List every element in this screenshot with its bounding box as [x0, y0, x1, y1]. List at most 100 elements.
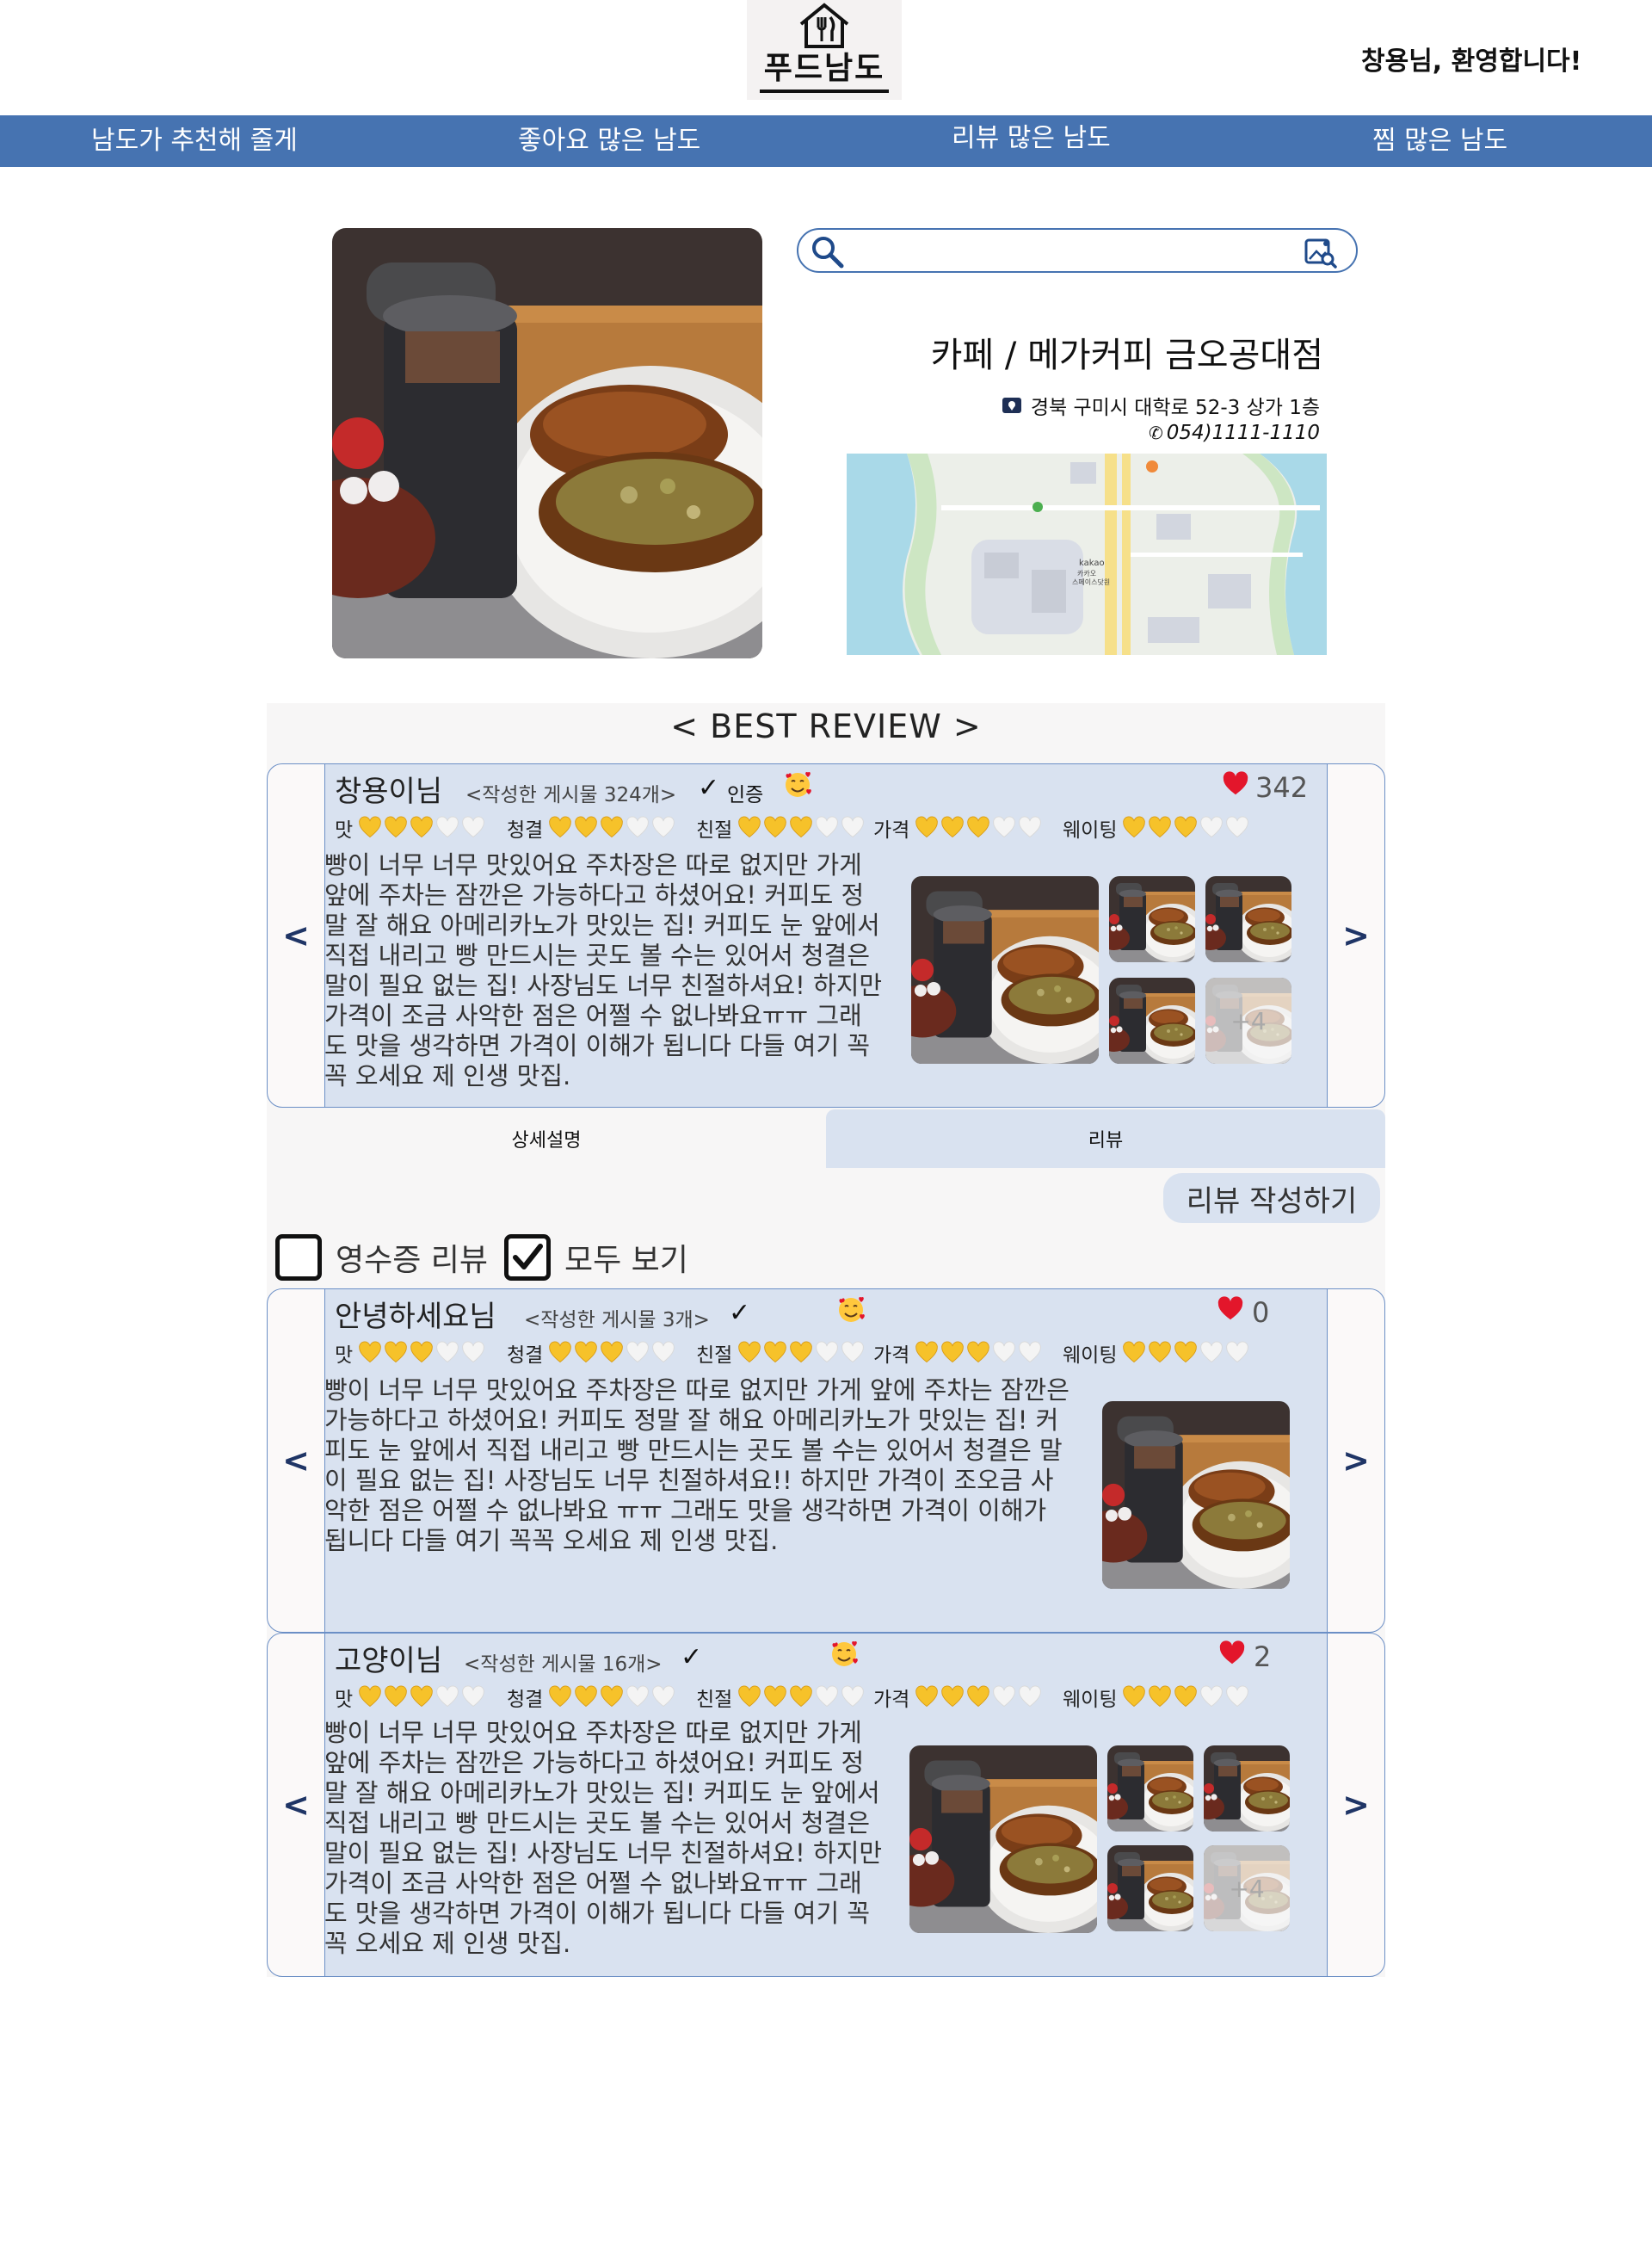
empty-heart-icon — [1225, 816, 1249, 840]
review-photo-thumb[interactable] — [1109, 876, 1195, 962]
write-review-button[interactable]: 리뷰 작성하기 — [1163, 1173, 1380, 1223]
yellow-heart-icon — [358, 1341, 382, 1365]
prev-arrow[interactable]: < — [274, 1442, 317, 1479]
yellow-heart-icon — [574, 1341, 598, 1365]
yellow-heart-icon — [1148, 1341, 1172, 1365]
empty-heart-icon — [626, 1685, 650, 1709]
nav-item-most-saved[interactable]: 찜 많은 남도 — [1372, 125, 1507, 158]
smiling-face-with-hearts-icon — [784, 771, 811, 799]
review-text: 빵이 너무 너무 맛있어요 주차장은 따로 없지만 가게 앞에 주차는 잠깐은 … — [324, 850, 883, 1090]
rating-group: 가격 — [873, 1339, 1042, 1367]
empty-heart-icon — [461, 816, 485, 840]
filter-show-all[interactable]: 모두 보기 — [504, 1234, 688, 1281]
rating-label: 웨이팅 — [1063, 1344, 1118, 1367]
empty-heart-icon — [992, 816, 1016, 840]
nav-item-recommend[interactable]: 남도가 추천해 줄게 — [91, 125, 298, 158]
review-photo-more[interactable]: +4 — [1205, 978, 1291, 1064]
review-photo-thumb[interactable] — [1107, 1845, 1193, 1931]
prev-arrow[interactable]: < — [274, 1786, 317, 1824]
yellow-heart-icon — [789, 816, 813, 840]
review-photo-thumb[interactable] — [1205, 876, 1291, 962]
rating-label: 친절 — [696, 1344, 733, 1367]
review-photo-thumb[interactable] — [1109, 978, 1195, 1064]
review-photo-more[interactable]: +4 — [1204, 1845, 1290, 1931]
next-arrow[interactable]: > — [1335, 1442, 1378, 1479]
search-icon[interactable] — [811, 235, 845, 269]
yellow-heart-icon — [1148, 1685, 1172, 1709]
red-heart-icon[interactable] — [1223, 771, 1248, 797]
image-search-icon[interactable] — [1303, 235, 1337, 269]
empty-heart-icon — [651, 1341, 675, 1365]
review-photo-main[interactable] — [911, 876, 1099, 1064]
next-arrow[interactable]: > — [1335, 1786, 1378, 1824]
yellow-heart-icon — [966, 1685, 990, 1709]
prev-arrow[interactable]: < — [274, 917, 317, 954]
nav-item-most-reviewed[interactable]: 리뷰 많은 남도 — [952, 122, 1111, 155]
review-author[interactable]: 안녕하세요님 — [335, 1293, 496, 1335]
site-logo[interactable]: 푸드남도 — [747, 0, 902, 100]
yellow-heart-icon — [966, 1341, 990, 1365]
review-author[interactable]: 창용이님 — [335, 768, 442, 810]
review-photo-thumb[interactable] — [1107, 1745, 1193, 1832]
store-phone[interactable]: ✆ 054)1111-1110 — [1149, 422, 1320, 444]
rating-label: 가격 — [873, 1689, 910, 1711]
empty-heart-icon — [841, 1341, 865, 1365]
review-post-count: <작성한 게시물 324개> — [465, 784, 677, 806]
empty-heart-icon — [1018, 816, 1042, 840]
review-photo-thumb[interactable] — [1204, 1745, 1290, 1832]
yellow-heart-icon — [410, 1685, 434, 1709]
map-kakao-label: kakao — [1079, 559, 1105, 568]
search-input[interactable] — [859, 235, 1272, 266]
yellow-heart-icon — [600, 1341, 624, 1365]
yellow-heart-icon — [915, 1341, 939, 1365]
tab-reviews[interactable]: 리뷰 — [826, 1109, 1385, 1168]
check-mark: ✓ — [729, 1298, 751, 1328]
empty-heart-icon — [651, 1685, 675, 1709]
filter-label: 모두 보기 — [564, 1243, 688, 1278]
empty-heart-icon — [651, 816, 675, 840]
check-mark: ✓ — [681, 1642, 703, 1672]
yellow-heart-icon — [737, 816, 761, 840]
yellow-heart-icon — [358, 1685, 382, 1709]
map-space-label: 스페이스닷원 — [1072, 578, 1110, 586]
next-arrow[interactable]: > — [1335, 917, 1378, 954]
store-title: 카페 / 메가커피 금오공대점 — [930, 336, 1323, 375]
review-post-count: <작성한 게시물 3개> — [524, 1309, 710, 1331]
yellow-heart-icon — [966, 816, 990, 840]
rating-label: 청결 — [507, 819, 544, 842]
yellow-heart-icon — [410, 816, 434, 840]
store-map[interactable]: kakao 카카오 스페이스닷원 — [847, 454, 1327, 655]
rating-label: 청결 — [507, 1689, 544, 1711]
red-heart-icon[interactable] — [1219, 1640, 1245, 1666]
nav-item-most-liked[interactable]: 좋아요 많은 남도 — [518, 125, 700, 158]
location-icon — [1002, 398, 1021, 413]
tab-description[interactable]: 상세설명 — [267, 1109, 826, 1168]
rating-label: 맛 — [335, 819, 354, 842]
store-main-photo[interactable] — [332, 228, 762, 658]
check-icon — [513, 1244, 543, 1269]
review-photo-main[interactable] — [1102, 1401, 1290, 1589]
yellow-heart-icon — [763, 1685, 787, 1709]
rating-group: 웨이팅 — [1063, 1339, 1249, 1367]
best-review-card: < > 창용이님 <작성한 게시물 324개> ✓ 인증 342 맛 청결 친절 가격… — [267, 763, 1385, 1108]
yellow-heart-icon — [384, 1685, 408, 1709]
search-bar — [797, 228, 1358, 273]
red-heart-icon[interactable] — [1217, 1296, 1243, 1322]
rating-group: 친절 — [696, 1339, 865, 1367]
show-all-checkbox[interactable] — [504, 1234, 551, 1281]
rating-label: 청결 — [507, 1344, 544, 1367]
empty-heart-icon — [1018, 1685, 1042, 1709]
receipt-review-checkbox[interactable] — [275, 1234, 322, 1281]
review-photo-main[interactable] — [909, 1745, 1097, 1933]
rating-label: 가격 — [873, 1344, 910, 1367]
yellow-heart-icon — [548, 1685, 572, 1709]
review-author[interactable]: 고양이님 — [335, 1637, 442, 1679]
empty-heart-icon — [841, 1685, 865, 1709]
filter-receipt-review[interactable]: 영수증 리뷰 — [275, 1234, 488, 1281]
yellow-heart-icon — [1174, 1685, 1198, 1709]
empty-heart-icon — [1225, 1341, 1249, 1365]
rating-group: 친절 — [696, 814, 865, 842]
check-mark: ✓ — [698, 773, 720, 803]
like-count: 2 — [1254, 1640, 1272, 1673]
yellow-heart-icon — [574, 816, 598, 840]
